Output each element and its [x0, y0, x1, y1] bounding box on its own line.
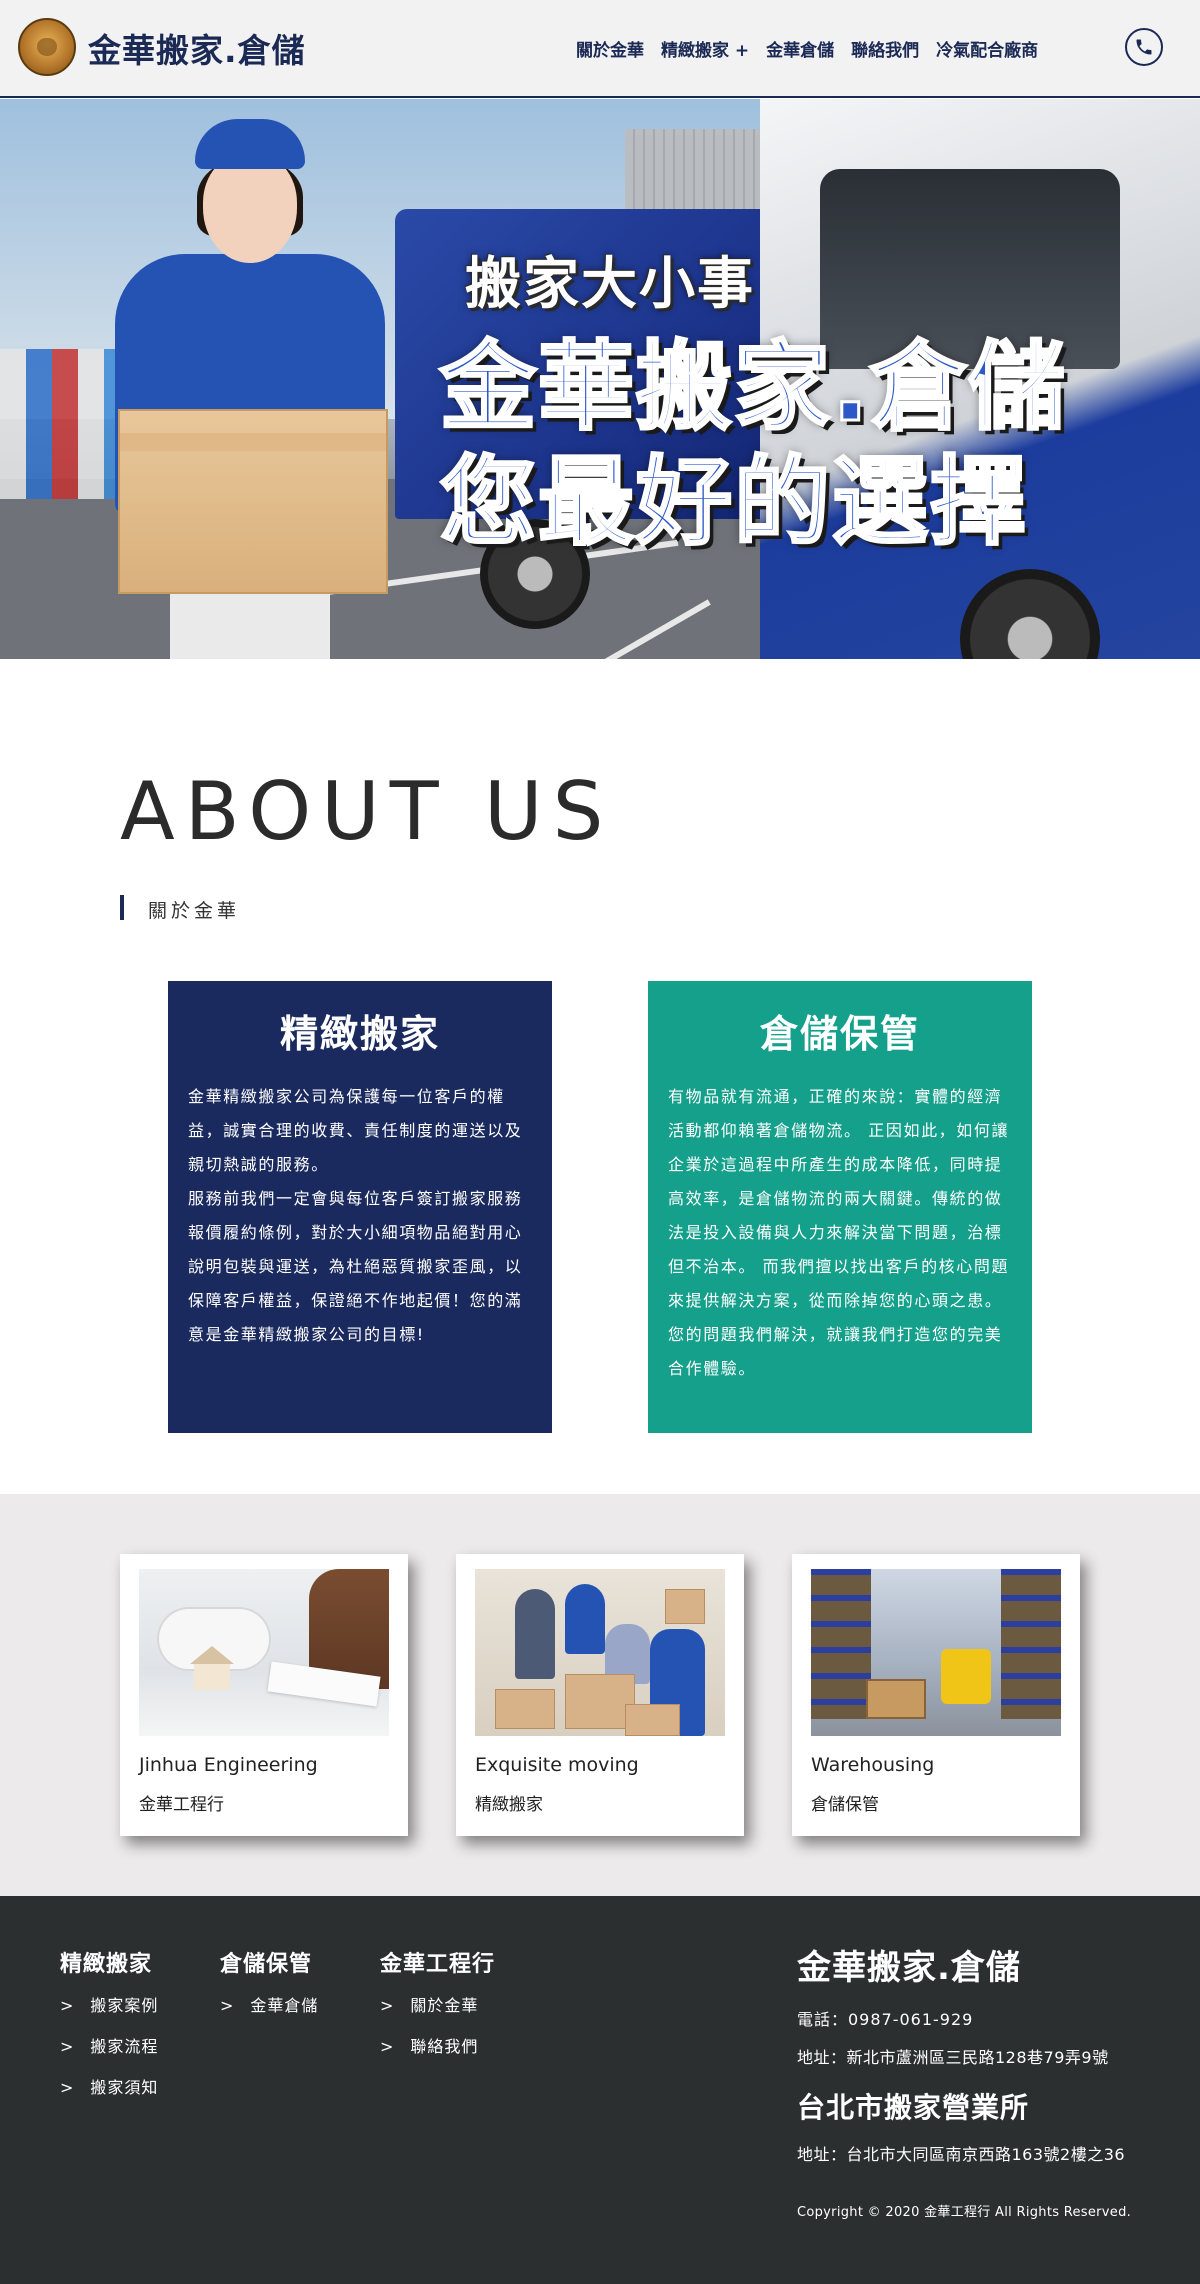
nav-item-aircon[interactable]: 冷氣配合廠商: [936, 36, 1038, 61]
service-title-en[interactable]: Warehousing: [811, 1754, 934, 1776]
footer-link[interactable]: > 搬家須知: [60, 2074, 158, 2098]
hero-banner: 搬家大小事 金華搬家.倉儲 您最好的選擇: [0, 99, 1200, 659]
moving-card: 精緻搬家 金華精緻搬家公司為保護每一位客戶的權益，誠實合理的收費、責任制度的運送…: [168, 981, 552, 1433]
footer-branch-address: 地址：台北市大同區南京西路163號2樓之36: [797, 2145, 1126, 2164]
moving-photo[interactable]: [475, 1569, 725, 1736]
hero-line-2: 金華搬家.倉儲: [439, 329, 1067, 444]
service-card-moving[interactable]: Exquisite moving 精緻搬家: [456, 1554, 744, 1836]
phone-icon[interactable]: [1125, 28, 1163, 66]
footer-brand: 金華搬家.倉儲: [797, 1948, 1021, 1988]
site-brand[interactable]: 金華搬家.倉儲: [88, 24, 306, 72]
hero-line-3: 您最好的選擇: [439, 445, 1028, 560]
service-title-en[interactable]: Exquisite moving: [475, 1754, 639, 1776]
service-card-engineering[interactable]: Jinhua Engineering 金華工程行: [120, 1554, 408, 1836]
footer-column-title: 精緻搬家: [60, 1952, 153, 1977]
footer-column-title: 倉儲保管: [220, 1952, 313, 1977]
moving-card-title: 精緻搬家: [279, 1012, 440, 1056]
moving-card-text: 服務前我們一定會與每位客戶簽訂搬家服務報價履約條例，對於大小細項物品絕對用心說明…: [188, 1189, 523, 1344]
footer-column-warehouse: 倉儲保管 > 金華倉儲: [220, 1946, 318, 2033]
worker-with-box-image: [100, 119, 400, 659]
services-section: Jinhua Engineering 金華工程行 Exquisite movin…: [0, 1494, 1200, 1896]
warehouse-card-text: 有物品就有流通，正確的來說：實體的經濟活動都仰賴著倉儲物流。 正因如此，如何讓企…: [668, 1087, 1010, 1310]
service-title-zh[interactable]: 倉儲保管: [811, 1790, 879, 1815]
nav-item-contact[interactable]: 聯絡我們: [851, 36, 919, 61]
footer-column-engineering: 金華工程行 > 關於金華 > 聯絡我們: [380, 1946, 495, 2074]
footer-phone[interactable]: 電話：0987-061-929: [797, 2006, 973, 2030]
footer-column-moving: 精緻搬家 > 搬家案例 > 搬家流程 > 搬家須知: [60, 1946, 158, 2115]
warehouse-card-title: 倉儲保管: [759, 1012, 920, 1056]
footer-column-title: 金華工程行: [380, 1952, 496, 1977]
moving-card-text: 金華精緻搬家公司為保護每一位客戶的權益，誠實合理的收費、責任制度的運送以及親切熱…: [188, 1087, 523, 1174]
footer-link[interactable]: > 搬家流程: [60, 2033, 158, 2057]
footer-link[interactable]: > 金華倉儲: [220, 1992, 318, 2016]
hero-headline: 搬家大小事 金華搬家.倉儲 您最好的選擇: [439, 239, 1160, 560]
service-title-zh[interactable]: 金華工程行: [139, 1790, 224, 1815]
nav-item-moving[interactable]: 精緻搬家 +: [661, 36, 749, 61]
about-accent-bar: [120, 895, 124, 920]
warehouse-photo[interactable]: [811, 1569, 1061, 1736]
footer-link[interactable]: > 搬家案例: [60, 1992, 158, 2016]
service-title-en[interactable]: Jinhua Engineering: [139, 1754, 318, 1776]
footer-link[interactable]: > 關於金華: [380, 1992, 495, 2016]
site-footer: 精緻搬家 > 搬家案例 > 搬家流程 > 搬家須知 倉儲保管 > 金華倉儲 金華工程行 …: [0, 1896, 1200, 2284]
service-card-warehouse[interactable]: Warehousing 倉儲保管: [792, 1554, 1080, 1836]
about-title: ABOUT US: [120, 765, 614, 858]
hero-line-1: 搬家大小事: [465, 252, 755, 317]
site-header: 金華搬家.倉儲 關於金華 精緻搬家 + 金華倉儲 聯絡我們 冷氣配合廠商: [0, 0, 1200, 98]
engineering-photo[interactable]: [139, 1569, 389, 1736]
footer-link[interactable]: > 聯絡我們: [380, 2033, 495, 2057]
footer-branch-title: 台北市搬家營業所: [797, 2091, 1030, 2124]
warehouse-card: 倉儲保管 有物品就有流通，正確的來說：實體的經濟活動都仰賴著倉儲物流。 正因如此…: [648, 981, 1032, 1433]
service-title-zh[interactable]: 精緻搬家: [475, 1790, 543, 1815]
nav-item-warehouse[interactable]: 金華倉儲: [766, 36, 834, 61]
warehouse-card-text: 您的問題我們解決，就讓我們打造您的完美合作體驗。: [668, 1325, 1003, 1378]
footer-copyright: Copyright © 2020 金華工程行 All Rights Reserv…: [797, 2205, 1132, 2220]
main-nav: 關於金華 精緻搬家 + 金華倉儲 聯絡我們 冷氣配合廠商: [576, 36, 1038, 61]
footer-address: 地址：新北市蘆洲區三民路128巷79弄9號: [797, 2048, 1109, 2067]
lion-logo-icon[interactable]: [18, 18, 76, 76]
about-subtitle: 關於金華: [148, 900, 241, 922]
nav-item-about[interactable]: 關於金華: [576, 36, 644, 61]
